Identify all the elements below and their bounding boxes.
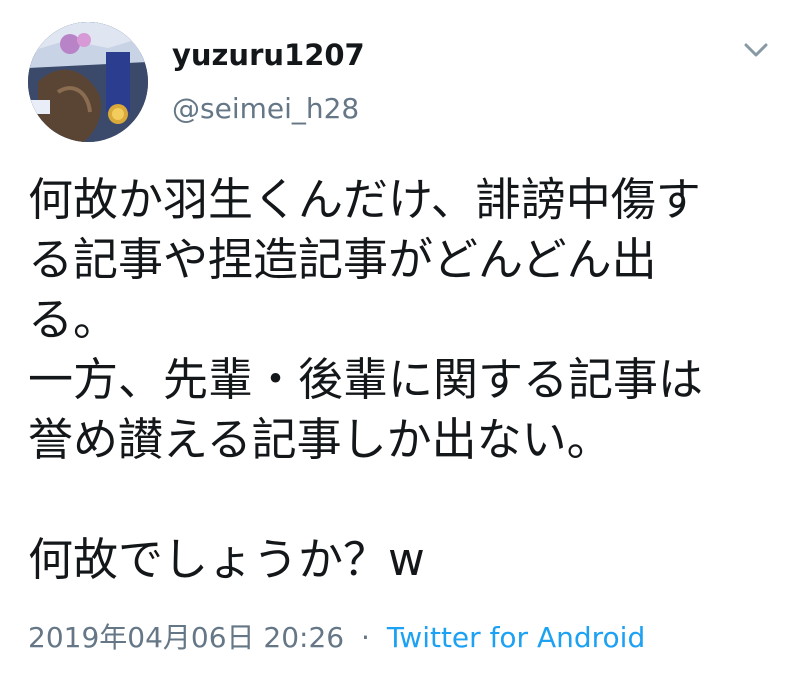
user-handle[interactable]: @seimei_h28 [172, 92, 359, 125]
tweet-text-line: る。 [28, 293, 119, 346]
tweet-text-line: 誉め讃える記事しか出ない。 [28, 413, 612, 466]
meta-separator: · [361, 621, 370, 654]
tweet-meta: 2019年04月06日 20:26 · Twitter for Android [28, 616, 645, 656]
profile-photo-icon [28, 22, 148, 142]
tweet-text-line: る記事や捏造記事がどんどん出 [28, 233, 657, 286]
tweet-timestamp[interactable]: 2019年04月06日 20:26 [28, 621, 344, 654]
tweet-source-link[interactable]: Twitter for Android [387, 621, 645, 654]
tweet-text-line: 何故でしょうか？w [28, 533, 425, 586]
tweet-text-line: 何故か羽生くんだけ、誹謗中傷す [28, 173, 701, 226]
chevron-down-icon[interactable] [740, 36, 772, 64]
avatar[interactable] [28, 22, 148, 142]
tweet-text: 何故か羽生くんだけ、誹謗中傷す る記事や捏造記事がどんどん出 る。 一方、先輩・… [28, 170, 788, 590]
display-name[interactable]: yuzuru1207 [172, 38, 365, 72]
tweet-text-line: 一方、先輩・後輩に関する記事は [28, 353, 704, 406]
tweet: yuzuru1207 @seimei_h28 何故か羽生くんだけ、誹謗中傷す る… [0, 0, 800, 682]
